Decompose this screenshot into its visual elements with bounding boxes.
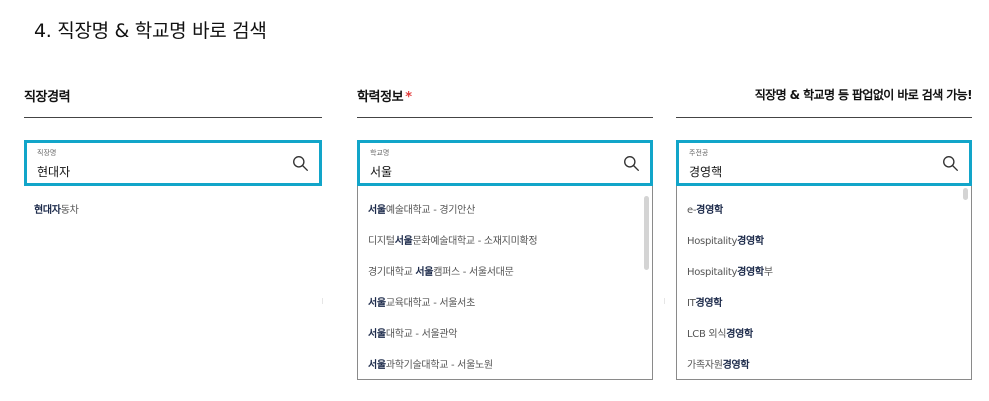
required-mark: *	[405, 90, 412, 105]
section-title: 직장경력	[24, 90, 71, 105]
suggestion-item[interactable]: 서울예술대학교 - 경기안산	[368, 201, 475, 216]
company-search-field[interactable]: 직장명 현대자	[24, 140, 322, 186]
divider	[664, 298, 665, 304]
scrollbar-thumb[interactable]	[644, 196, 649, 270]
search-icon[interactable]	[292, 155, 309, 172]
page-title: 4. 직장명 & 학교명 바로 검색	[34, 20, 267, 42]
suggestion-item[interactable]: 서울대학교 - 서울관악	[368, 325, 457, 340]
school-search-field[interactable]: 학교명 서울	[357, 140, 653, 186]
section-header: 직장경력	[24, 86, 322, 118]
scrollbar-thumb[interactable]	[963, 188, 968, 200]
company-search-input[interactable]: 현대자	[37, 163, 70, 180]
divider	[322, 298, 323, 304]
suggestion-item[interactable]: 경기대학교 서울캠퍼스 - 서울서대문	[368, 263, 514, 278]
suggestion-item[interactable]: 서울교육대학교 - 서울서초	[368, 294, 475, 309]
section-header: 학력정보 *	[357, 86, 653, 118]
major-suggestion-list: e-경영학 Hospitality경영학 Hospitality경영학부 IT경…	[676, 186, 972, 380]
suggestion-item[interactable]: e-경영학	[687, 201, 723, 216]
suggestion-item[interactable]: IT경영학	[687, 294, 722, 309]
search-icon[interactable]	[942, 155, 959, 172]
suggestion-item[interactable]: 현대자동차	[34, 201, 79, 216]
field-label: 학교명	[370, 149, 390, 157]
school-search-input[interactable]: 서울	[370, 163, 392, 180]
suggestion-item[interactable]: 디지털서울문화예술대학교 - 소재지미확정	[368, 232, 538, 247]
suggestion-item[interactable]: LCB 외식경영학	[687, 325, 753, 340]
major-search-input[interactable]: 경영핵	[689, 163, 722, 180]
search-icon[interactable]	[623, 155, 640, 172]
suggestion-item[interactable]: 가족자원경영학	[687, 356, 750, 371]
company-suggestion-list: 현대자동차	[24, 186, 322, 380]
school-suggestion-list: 서울예술대학교 - 경기안산 디지털서울문화예술대학교 - 소재지미확정 경기대…	[357, 186, 653, 380]
section-title: 학력정보 *	[357, 90, 412, 105]
section-title: 직장명 & 학교명 등 팝업없이 바로 검색 가능!	[754, 88, 973, 102]
field-label: 주전공	[689, 149, 709, 157]
suggestion-item[interactable]: Hospitality경영학	[687, 232, 764, 247]
suggestion-item[interactable]: Hospitality경영학부	[687, 263, 773, 278]
major-search-field[interactable]: 주전공 경영핵	[676, 140, 972, 186]
suggestion-item[interactable]: 서울과학기술대학교 - 서울노원	[368, 356, 493, 371]
field-label: 직장명	[37, 149, 57, 157]
section-header: 직장명 & 학교명 등 팝업없이 바로 검색 가능!	[676, 86, 973, 118]
